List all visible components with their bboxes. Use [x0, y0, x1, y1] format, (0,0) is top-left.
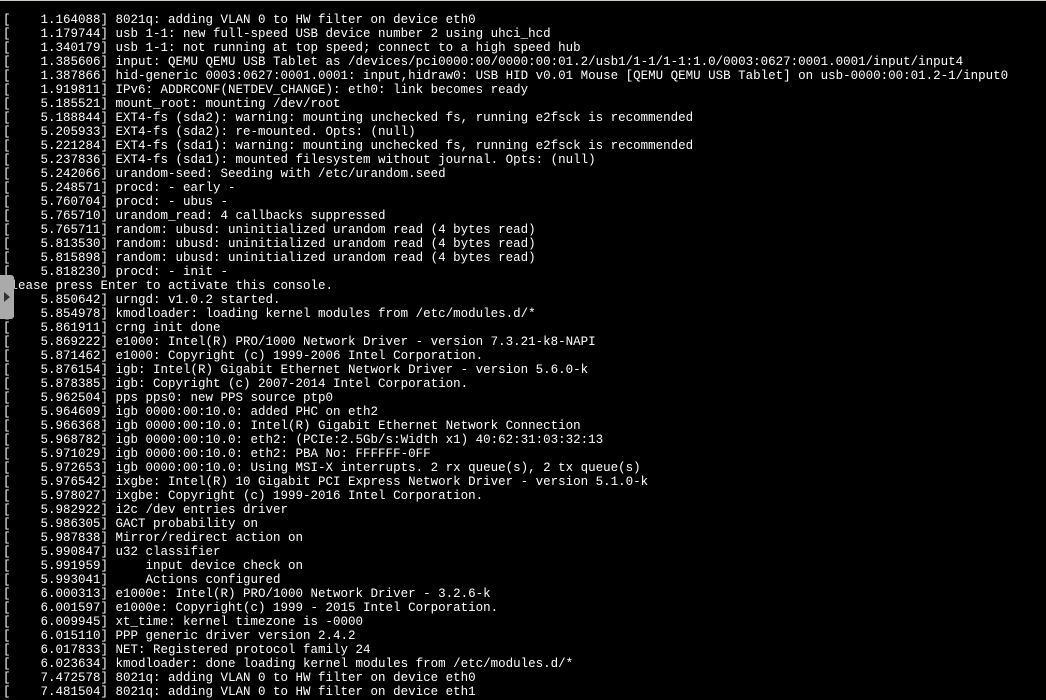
play-right-icon: [3, 292, 11, 302]
serial-console-output[interactable]: [ 1.164088] 8021q: adding VLAN 0 to HW f…: [0, 13, 1046, 700]
window-top-border: [0, 0, 1046, 1]
left-drawer-toggle[interactable]: [0, 275, 14, 319]
